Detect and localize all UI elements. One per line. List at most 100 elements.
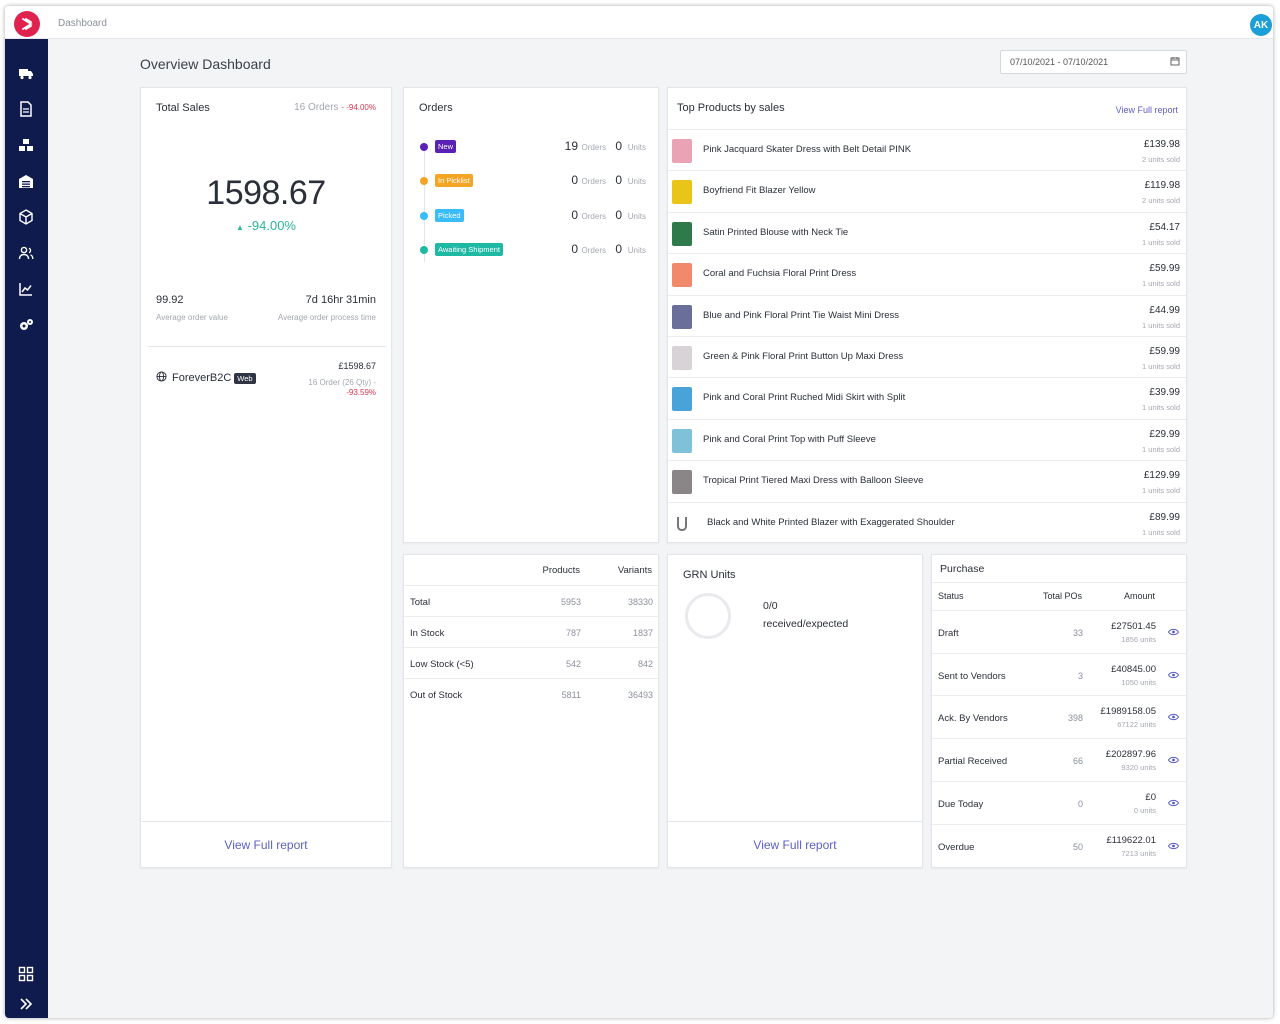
purchase-row[interactable]: Overdue50£119622.017213 units (932, 824, 1187, 867)
product-price: £139.98 (1144, 139, 1180, 150)
product-thumbnail (672, 387, 692, 411)
document-icon[interactable] (17, 100, 35, 118)
purchase-total-pos: 50 (1073, 842, 1083, 852)
grn-label: received/expected (763, 618, 848, 630)
top-products-view-report-link[interactable]: View Full report (1116, 105, 1178, 115)
product-row[interactable]: Pink Jacquard Skater Dress with Belt Det… (668, 129, 1186, 170)
units-count: 0 (615, 139, 622, 153)
total-sales-card: Total Sales 16 Orders - -94.00% 1598.67 … (140, 87, 392, 868)
stock-label: Low Stock (<5) (410, 659, 474, 670)
product-row[interactable]: Boyfriend Fit Blazer Yellow£119.982 unit… (668, 170, 1186, 211)
purchase-header-amount: Amount (1124, 591, 1155, 601)
product-name: Green & Pink Floral Print Button Up Maxi… (703, 351, 903, 362)
expand-icon[interactable] (17, 995, 35, 1013)
purchase-status: Due Today (938, 799, 983, 810)
purchase-row[interactable]: Ack. By Vendors398£1989158.0567122 units (932, 695, 1187, 738)
product-name: Pink and Coral Print Top with Puff Sleev… (703, 434, 876, 445)
channel-tag: Web (234, 373, 255, 384)
stock-variants: 1837 (633, 628, 653, 638)
package-icon[interactable] (17, 208, 35, 226)
product-row[interactable]: Blue and Pink Floral Print Tie Waist Min… (668, 295, 1186, 336)
units-count: 0 (615, 208, 622, 222)
purchase-amount: £202897.96 (1106, 749, 1156, 760)
users-icon[interactable] (17, 244, 35, 262)
user-avatar[interactable]: AK (1250, 14, 1272, 36)
orders-label: Orders (582, 177, 606, 186)
eye-icon[interactable] (1168, 671, 1179, 682)
product-price: £59.99 (1149, 346, 1180, 357)
date-range-picker[interactable]: 07/10/2021 - 07/10/2021 (1000, 50, 1187, 74)
stock-variants: 36493 (628, 690, 653, 700)
purchase-total-pos: 398 (1068, 713, 1083, 723)
date-range-value: 07/10/2021 - 07/10/2021 (1010, 57, 1108, 67)
product-row[interactable]: Coral and Fuchsia Floral Print Dress£59.… (668, 253, 1186, 294)
status-dot (420, 212, 428, 220)
total-sales-view-report-link[interactable]: View Full report (141, 821, 391, 867)
product-units-sold: 1 units sold (1142, 528, 1180, 537)
purchase-row[interactable]: Draft33£27501.451856 units (932, 610, 1187, 653)
total-sales-amount: 1598.67 (141, 174, 391, 213)
product-thumbnail (672, 512, 692, 536)
calendar-icon[interactable] (1170, 56, 1180, 68)
grn-view-report-link[interactable]: View Full report (668, 821, 922, 867)
purchase-row[interactable]: Partial Received66£202897.969320 units (932, 738, 1187, 781)
boxes-icon[interactable] (17, 136, 35, 154)
eye-icon[interactable] (1168, 799, 1179, 810)
divider (148, 346, 386, 347)
purchase-total-pos: 33 (1073, 628, 1083, 638)
status-badge: In Picklist (435, 174, 473, 187)
product-price: £29.99 (1149, 429, 1180, 440)
grid-icon[interactable] (17, 965, 35, 983)
product-units-sold: 1 units sold (1142, 279, 1180, 288)
stock-variants: 38330 (628, 597, 653, 607)
purchase-row[interactable]: Sent to Vendors3£40845.001050 units (932, 653, 1187, 696)
units-label: Units (628, 177, 646, 186)
product-row[interactable]: Green & Pink Floral Print Button Up Maxi… (668, 336, 1186, 377)
stock-products: 542 (566, 659, 581, 669)
product-row[interactable]: Satin Printed Blouse with Neck Tie£54.17… (668, 212, 1186, 253)
truck-icon[interactable] (17, 64, 35, 82)
product-units-sold: 1 units sold (1142, 362, 1180, 371)
purchase-units: 67122 units (1117, 720, 1156, 729)
product-price: £39.99 (1149, 387, 1180, 398)
purchase-row[interactable]: Due Today0£00 units (932, 781, 1187, 824)
total-sales-orders: 16 Orders - -94.00% (294, 102, 376, 113)
status-dot (420, 143, 428, 151)
settings-icon[interactable] (17, 316, 35, 334)
purchase-status: Overdue (938, 842, 974, 853)
purchase-units: 9320 units (1121, 763, 1156, 772)
product-row[interactable]: Black and White Printed Blazer with Exag… (668, 502, 1186, 543)
orders-title: Orders (419, 102, 453, 114)
chart-icon[interactable] (17, 280, 35, 298)
product-row[interactable]: Pink and Coral Print Top with Puff Sleev… (668, 419, 1186, 460)
eye-icon[interactable] (1168, 842, 1179, 853)
order-status-row[interactable]: Awaiting Shipment0Orders0Units (420, 242, 650, 258)
product-name: Boyfriend Fit Blazer Yellow (703, 185, 815, 196)
purchase-units: 7213 units (1121, 849, 1156, 858)
brand-logo-icon[interactable] (14, 11, 40, 37)
orders-count: 19 (565, 139, 578, 153)
channel-row[interactable]: ForeverB2C Web (156, 371, 256, 385)
breadcrumb[interactable]: Dashboard (58, 18, 107, 29)
grn-units-card: GRN Units 0/0 received/expected View Ful… (667, 554, 923, 868)
eye-icon[interactable] (1168, 628, 1179, 639)
eye-icon[interactable] (1168, 756, 1179, 767)
purchase-amount: £1989158.05 (1101, 706, 1156, 717)
order-status-row[interactable]: In Picklist0Orders0Units (420, 173, 650, 189)
product-row[interactable]: Tropical Print Tiered Maxi Dress with Ba… (668, 460, 1186, 501)
orders-label: Orders (582, 212, 606, 221)
purchase-header-status: Status (938, 591, 964, 601)
orders-label: Orders (582, 143, 606, 152)
eye-icon[interactable] (1168, 713, 1179, 724)
product-row[interactable]: Pink and Coral Print Ruched Midi Skirt w… (668, 377, 1186, 418)
order-status-row[interactable]: Picked0Orders0Units (420, 208, 650, 224)
order-status-row[interactable]: New19Orders0Units (420, 139, 650, 155)
product-units-sold: 1 units sold (1142, 321, 1180, 330)
stock-label: In Stock (410, 628, 444, 639)
product-thumbnail (672, 470, 692, 494)
purchase-status: Draft (938, 628, 959, 639)
avg-process-time: 7d 16hr 31min (306, 294, 376, 306)
warehouse-icon[interactable] (17, 172, 35, 190)
product-price: £89.99 (1149, 512, 1180, 523)
product-thumbnail (672, 263, 692, 287)
